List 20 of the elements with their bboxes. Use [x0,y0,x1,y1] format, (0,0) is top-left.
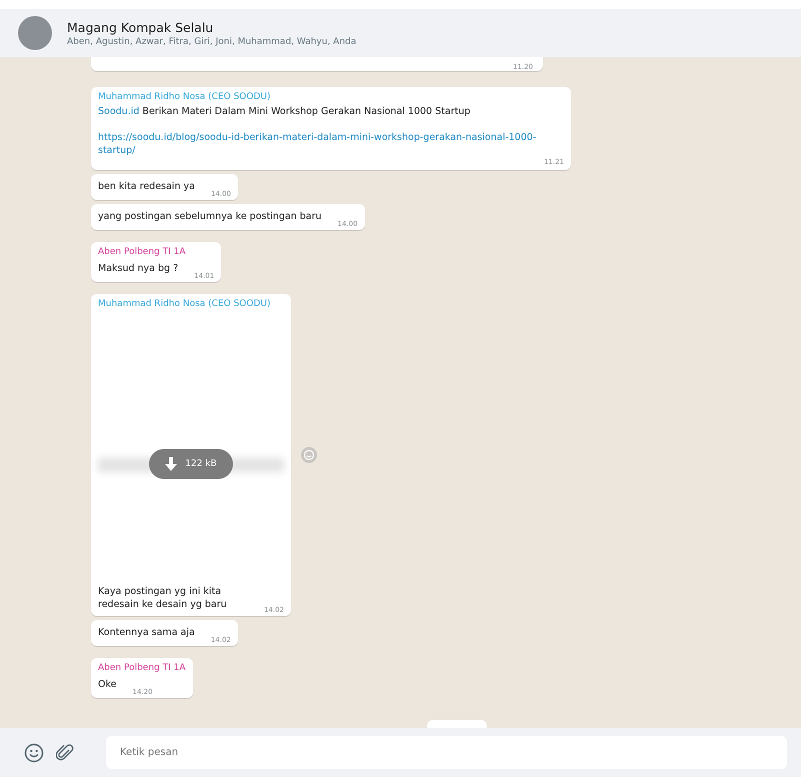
message-text: Kontennya sama aja [98,626,195,640]
message-text: ben kita redesain ya [98,180,195,194]
message-text: Oke [98,678,116,692]
group-title: Magang Kompak Selalu [67,20,214,34]
sender-name: Aben Polbeng TI 1A [98,246,187,257]
sender-name: Muhammad Ridho Nosa (CEO SOODU) [98,298,272,309]
message-input[interactable]: Ketik pesan [106,736,787,769]
message-link[interactable]: https://soodu.id/blog/soodu-id-berikan-materi-dalam-mini-workshop-gerakan-nasional-1000-startup/ [98,131,564,158]
attachment-icon[interactable] [56,742,74,762]
download-icon [165,456,178,471]
emoji-icon[interactable] [24,742,44,762]
message-text: Soodu.id Berikan Materi Dalam Mini Workshop Gerakan Nasional 1000 Startup [98,106,472,117]
message-text: Maksud nya bg ? [98,262,178,276]
group-members: Aben, Agustin, Azwar, Fitra, Giri, Joni, Muhammad, Wahyu, Anda [67,36,356,46]
message-text: Kaya postingan yg ini kita redesain ke desain yg baru [98,584,228,612]
download-button[interactable]: 122 kB [149,448,233,479]
sender-name: Muhammad Ridho Nosa (CEO SOODU) [98,92,272,102]
message-text: yang postingan sebelumnya ke postingan baru [98,210,322,224]
sender-name: Aben Polbeng TI 1A [98,663,186,674]
group-avatar[interactable] [18,16,52,50]
